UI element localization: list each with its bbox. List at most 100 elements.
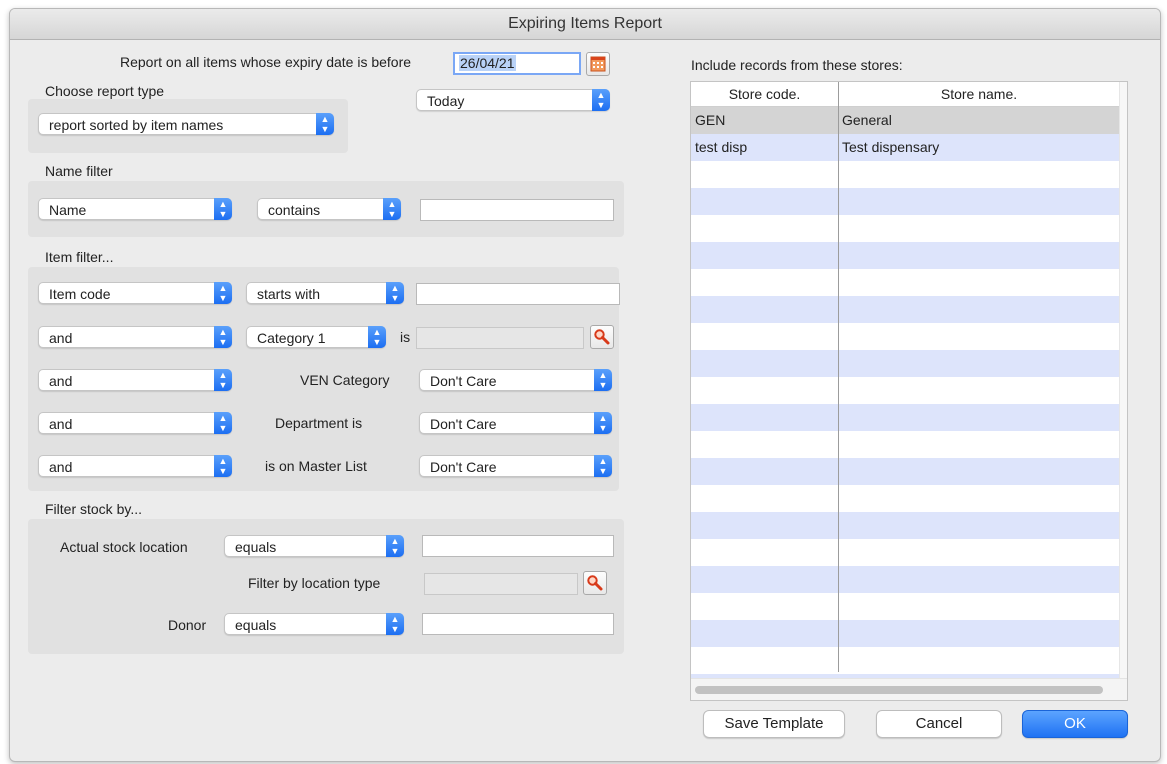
chevron-updown-icon: ▲ ▼ [214,369,232,391]
chevron-updown-icon: ▲ ▼ [214,198,232,220]
empty-table-row [691,647,1119,674]
chevron-updown-icon: ▲ ▼ [383,198,401,220]
chevron-updown-icon: ▲ ▼ [214,282,232,304]
empty-table-row [691,485,1119,512]
horizontal-scroll-track[interactable] [691,678,1127,700]
chevron-updown-icon: ▲ ▼ [316,113,334,135]
item-filter-row5-conj-value: and [49,459,73,475]
donor-operator-popup[interactable]: equals ▲ ▼ [224,613,404,635]
report-type-popup[interactable]: report sorted by item names ▲ ▼ [38,113,334,135]
stock-filter-heading: Filter stock by... [45,501,142,517]
chevron-updown-icon: ▲ ▼ [368,326,386,348]
item-filter-operator-popup[interactable]: starts with ▲ ▼ [246,282,404,304]
calendar-button[interactable] [586,52,610,76]
ven-category-value: Don't Care [430,373,497,389]
expiry-preset-popup[interactable]: Today ▲ ▼ [416,89,610,111]
chevron-updown-icon: ▲ ▼ [386,535,404,557]
store-name-cell: General [842,112,892,128]
item-filter-operator-value: starts with [257,286,321,302]
category-lookup-button[interactable] [590,325,614,349]
expiry-preset-value: Today [427,93,465,109]
expiry-date-value: 26/04/21 [459,55,516,71]
empty-table-row [691,377,1119,404]
name-filter-operator-value: contains [268,202,321,218]
empty-table-row [691,188,1119,215]
category-popup[interactable]: Category 1 ▲ ▼ [246,326,386,348]
column-divider [838,82,839,672]
location-type-label: Filter by location type [248,575,381,591]
chevron-updown-icon: ▲ ▼ [592,89,610,111]
cancel-button[interactable]: Cancel [876,710,1002,738]
master-list-popup[interactable]: Don't Care ▲ ▼ [419,455,612,477]
stores-table-header: Store code. Store name. [691,82,1119,107]
vertical-scroll-track[interactable] [1119,82,1127,700]
chevron-updown-icon: ▲ ▼ [214,326,232,348]
name-filter-field-popup[interactable]: Name ▲ ▼ [38,198,232,220]
name-filter-input[interactable] [420,199,614,221]
item-filter-row3-conj-popup[interactable]: and ▲ ▼ [38,369,232,391]
empty-table-row [691,161,1119,188]
empty-table-row [691,404,1119,431]
stores-table[interactable]: Store code. Store name. GEN General test… [690,81,1128,701]
donor-input[interactable] [422,613,614,635]
calendar-icon [590,56,606,72]
category-value: Category 1 [257,330,326,346]
table-row[interactable]: test disp Test dispensary [691,134,1119,161]
chevron-updown-icon: ▲ ▼ [594,412,612,434]
chevron-updown-icon: ▲ ▼ [386,282,404,304]
stock-location-input[interactable] [422,535,614,557]
table-row[interactable]: GEN General [691,107,1119,134]
item-filter-row4-conj-value: and [49,416,73,432]
store-name-column-header[interactable]: Store name. [839,82,1119,106]
ok-button[interactable]: OK [1022,710,1128,738]
item-filter-heading: Item filter... [45,249,114,265]
horizontal-scrollbar-thumb[interactable] [695,686,1103,694]
save-template-button[interactable]: Save Template [703,710,845,738]
donor-operator-value: equals [235,617,277,633]
ven-category-label: VEN Category [300,372,390,388]
name-filter-heading: Name filter [45,163,113,179]
master-list-label: is on Master List [265,458,367,474]
empty-table-row [691,323,1119,350]
expiry-date-field[interactable]: 26/04/21 [453,52,581,75]
department-value: Don't Care [430,416,497,432]
item-filter-row2-conj-popup[interactable]: and ▲ ▼ [38,326,232,348]
empty-table-row [691,458,1119,485]
category-value-field [416,327,584,349]
item-filter-row4-conj-popup[interactable]: and ▲ ▼ [38,412,232,434]
item-filter-input[interactable] [416,283,620,305]
location-type-lookup-button[interactable] [583,571,607,595]
magnifier-icon [587,575,603,591]
store-code-column-header[interactable]: Store code. [691,82,838,106]
item-filter-field-popup[interactable]: Item code ▲ ▼ [38,282,232,304]
item-filter-row5-conj-popup[interactable]: and ▲ ▼ [38,455,232,477]
expiry-date-label: Report on all items whose expiry date is… [120,54,412,70]
empty-table-row [691,566,1119,593]
store-code-cell: GEN [695,112,726,128]
chevron-updown-icon: ▲ ▼ [214,455,232,477]
chevron-updown-icon: ▲ ▼ [214,412,232,434]
master-list-value: Don't Care [430,459,497,475]
empty-table-row [691,512,1119,539]
chevron-updown-icon: ▲ ▼ [594,369,612,391]
item-filter-field-value: Item code [49,286,111,302]
empty-table-row [691,242,1119,269]
empty-table-row [691,539,1119,566]
ven-category-popup[interactable]: Don't Care ▲ ▼ [419,369,612,391]
empty-table-row [691,431,1119,458]
department-label: Department is [275,415,363,431]
report-type-value: report sorted by item names [49,117,224,133]
stock-location-operator-popup[interactable]: equals ▲ ▼ [224,535,404,557]
empty-table-row [691,215,1119,242]
window-title: Expiring Items Report [10,9,1160,40]
stock-location-operator-value: equals [235,539,277,555]
stock-location-label: Actual stock location [60,539,188,555]
name-filter-operator-popup[interactable]: contains ▲ ▼ [257,198,401,220]
name-filter-field-value: Name [49,202,87,218]
expiring-items-report-dialog: Expiring Items Report Report on all item… [9,8,1161,762]
chevron-updown-icon: ▲ ▼ [386,613,404,635]
department-popup[interactable]: Don't Care ▲ ▼ [419,412,612,434]
store-code-cell: test disp [695,139,748,155]
empty-table-row [691,269,1119,296]
empty-table-row [691,593,1119,620]
